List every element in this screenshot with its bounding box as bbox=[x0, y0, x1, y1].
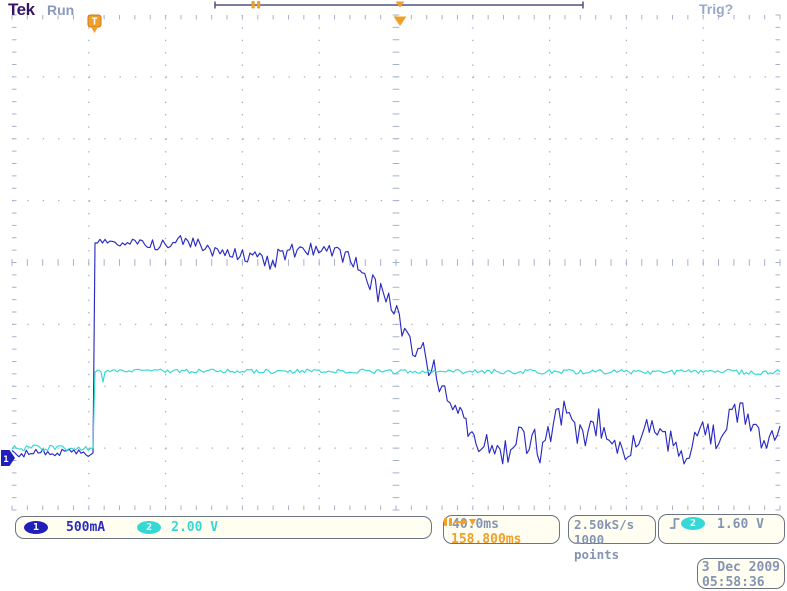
trigger-level: 1.60 V bbox=[717, 517, 764, 532]
trigger-flag-label: T bbox=[91, 17, 97, 28]
ch2-badge: 2 bbox=[137, 521, 161, 534]
record-length: 1000 points bbox=[569, 532, 655, 562]
trigger-status: Trig? bbox=[699, 1, 733, 17]
ch1-trace bbox=[12, 236, 780, 464]
ch2-scale: 2.00 V bbox=[171, 520, 218, 535]
ch1-ground-marker-icon: 1 bbox=[1, 450, 15, 466]
rising-edge-icon bbox=[669, 516, 681, 530]
trigger-position-flag-icon: T bbox=[88, 15, 101, 33]
sample-rate: 2.50kS/s bbox=[569, 516, 655, 532]
trigger-readout: 2 1.60 V bbox=[658, 514, 785, 544]
delay-value: 158.800ms bbox=[451, 532, 521, 547]
ch1-scale: 500mA bbox=[66, 520, 105, 535]
time-label: 05:58:36 bbox=[698, 575, 784, 590]
oscilloscope-screen: T 1 Tek Run Trig? 1 500mA 2 2.00 V 40.0m… bbox=[0, 0, 787, 591]
delay-ii-to-trigger-icon bbox=[444, 516, 476, 528]
ch1-badge: 1 bbox=[24, 521, 48, 534]
graticule bbox=[12, 15, 780, 510]
horizontal-readout: 40.0ms 158.800ms bbox=[443, 515, 560, 544]
delay-readout: 158.800ms bbox=[444, 532, 559, 547]
scope-display: T 1 bbox=[0, 0, 787, 591]
acquisition-status: Run bbox=[47, 2, 74, 18]
graticule-ticks bbox=[12, 15, 780, 510]
ch1-marker-label: 1 bbox=[3, 455, 8, 465]
record-view-bar bbox=[215, 1, 583, 9]
acquisition-readout: 2.50kS/s 1000 points bbox=[568, 515, 656, 544]
ch2-trace bbox=[12, 369, 780, 451]
waveforms bbox=[12, 236, 780, 464]
trigger-source-badge: 2 bbox=[681, 517, 705, 530]
expansion-triangle-icon bbox=[394, 17, 407, 27]
datetime-readout: 3 Dec 2009 05:58:36 bbox=[697, 558, 785, 589]
date-label: 3 Dec 2009 bbox=[698, 559, 784, 575]
tek-logo: Tek bbox=[8, 0, 35, 20]
channel-scale-readout: 1 500mA 2 2.00 V bbox=[15, 516, 432, 539]
